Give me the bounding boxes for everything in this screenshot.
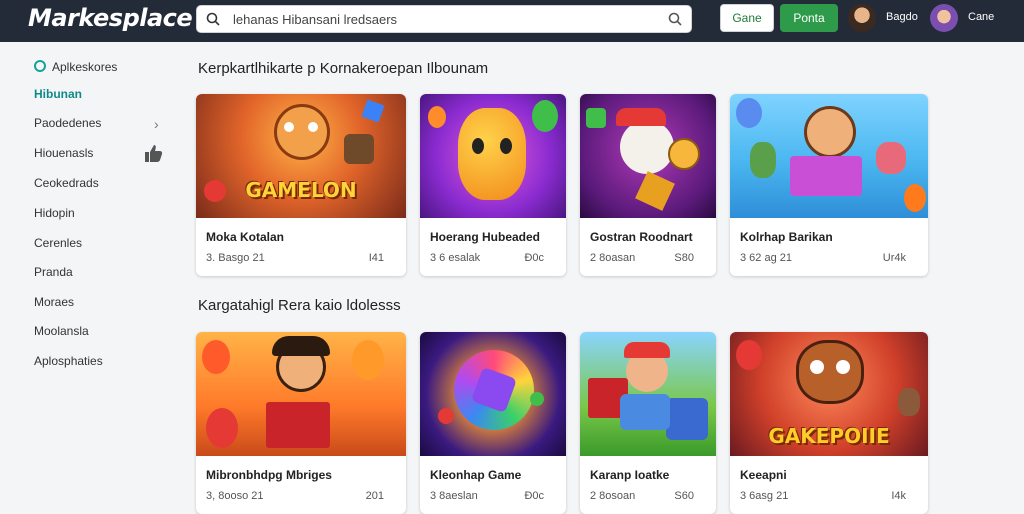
game-thumbnail (420, 332, 566, 456)
game-card[interactable]: Karanp Ioatke 2 8osoan S60 (580, 332, 716, 514)
game-title[interactable]: Kolrhap Barikan (740, 230, 833, 244)
game-thumbnail: GAMELON (196, 94, 406, 218)
game-logo-text: GAKEPOIIE (768, 424, 890, 448)
user-name[interactable]: Bagdo (886, 11, 918, 23)
game-stat: Ur4k (882, 252, 906, 264)
game-stat: I41 (368, 252, 384, 264)
game-title[interactable]: Kleonhap Game (430, 468, 521, 482)
search-submit-icon[interactable] (668, 12, 682, 26)
game-card[interactable]: Kleonhap Game 3 8aeslan Ð0c (420, 332, 566, 514)
section-title: Kerpkartlhikarte p Kornakeroepan Ilbouna… (198, 60, 489, 77)
game-title[interactable]: Keeapni (740, 468, 787, 482)
game-button[interactable]: Gane (720, 4, 774, 32)
logo[interactable]: Markesplace (28, 4, 193, 32)
game-stat: Ð0c (524, 252, 544, 264)
game-title[interactable]: Moka Kotalan (206, 230, 284, 244)
search-input[interactable]: lehanas Hibansani lredsaers (233, 12, 397, 27)
game-thumbnail (196, 332, 406, 456)
game-meta: 3 62 ag 21 (740, 252, 792, 264)
game-title[interactable]: Gostran Roodnart (590, 230, 693, 244)
game-meta: 3. Basgo 21 (206, 252, 265, 264)
game-card[interactable]: Gostran Roodnart 2 8oasan S80 (580, 94, 716, 276)
game-thumbnail (420, 94, 566, 218)
game-thumbnail (580, 94, 716, 218)
sidebar-item[interactable]: Cerenles (34, 236, 82, 250)
chevron-right-icon[interactable]: › (154, 116, 159, 132)
search-icon (206, 12, 220, 26)
game-thumbnail (730, 94, 928, 218)
top-bar: Markesplace lehanas Hibansani lredsaers … (0, 0, 1024, 42)
sidebar-item[interactable]: Ceokedrads (34, 176, 99, 190)
game-title[interactable]: Hoerang Hubeaded (430, 230, 540, 244)
search-box[interactable]: lehanas Hibansani lredsaers (196, 5, 692, 33)
game-stat: S60 (674, 490, 694, 502)
sidebar-item[interactable]: Hidopin (34, 206, 75, 220)
game-card[interactable]: GAKEPOIIE Keeapni 3 6asg 21 I4k (730, 332, 928, 514)
user-name[interactable]: Cane (968, 11, 994, 23)
section-title: Kargatahigl Rera kaio ldolesss (198, 297, 401, 314)
avatar[interactable] (930, 4, 958, 32)
sidebar-item[interactable]: Moolansla (34, 324, 89, 338)
game-stat: Ð0c (524, 490, 544, 502)
sidebar-item-active[interactable]: Hibunan (34, 87, 82, 101)
avatar[interactable] (848, 4, 876, 32)
game-card[interactable]: Mibronbhdpg Mbriges 3, 8ooso 21 201 (196, 332, 406, 514)
sidebar-item[interactable]: Pranda (34, 265, 73, 279)
sidebar-item[interactable]: Paodedenes (34, 116, 101, 130)
ring-icon (34, 60, 46, 72)
game-thumbnail (580, 332, 716, 456)
game-card[interactable]: Kolrhap Barikan 3 62 ag 21 Ur4k (730, 94, 928, 276)
game-stat: S80 (674, 252, 694, 264)
game-thumbnail: GAKEPOIIE (730, 332, 928, 456)
primary-button[interactable]: Ponta (780, 4, 838, 32)
game-meta: 3 6 esalak (430, 252, 481, 264)
thumbs-up-icon[interactable] (142, 142, 164, 164)
game-title[interactable]: Karanp Ioatke (590, 468, 669, 482)
game-card[interactable]: Hoerang Hubeaded 3 6 esalak Ð0c (420, 94, 566, 276)
game-meta: 3 6asg 21 (740, 490, 789, 502)
sidebar-item[interactable]: Moraes (34, 295, 74, 309)
sidebar (0, 42, 180, 512)
game-stat: I4k (891, 490, 906, 502)
game-stat: 201 (365, 490, 384, 502)
game-meta: 2 8osoan (590, 490, 636, 502)
game-logo-text: GAMELON (245, 178, 357, 202)
game-meta: 2 8oasan (590, 252, 636, 264)
game-card[interactable]: GAMELON Moka Kotalan 3. Basgo 21 I41 (196, 94, 406, 276)
game-meta: 3 8aeslan (430, 490, 478, 502)
sidebar-item[interactable]: Aplosphaties (34, 354, 103, 368)
sidebar-item[interactable]: Aplkeskores (52, 60, 117, 74)
sidebar-item[interactable]: Hiouenasls (34, 146, 93, 160)
game-meta: 3, 8ooso 21 (206, 490, 264, 502)
game-title[interactable]: Mibronbhdpg Mbriges (206, 468, 332, 482)
